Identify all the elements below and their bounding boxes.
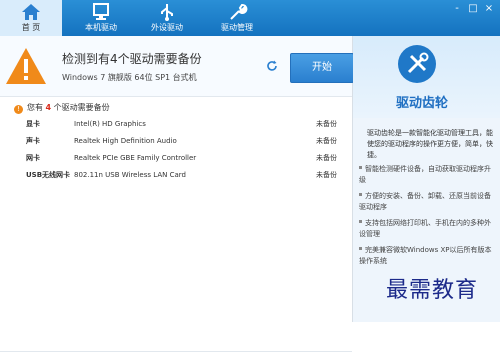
- status-banner: 检测到有4个驱动需要备份 Windows 7 旗舰版 64位 SP1 台式机 开…: [0, 36, 354, 97]
- driver-row[interactable]: 显卡 Intel(R) HD Graphics 未备份: [0, 116, 352, 133]
- summary-suffix: 个驱动需要备份: [51, 103, 110, 112]
- driver-name: Intel(R) HD Graphics: [74, 120, 146, 128]
- info-icon: !: [14, 105, 23, 114]
- maximize-button[interactable]: □: [468, 4, 478, 14]
- wrench-icon: [230, 4, 248, 20]
- feature-item: 方便的安装、备份、卸载、还原当前设备驱动程序: [359, 191, 495, 213]
- driver-status: 未备份: [316, 171, 337, 179]
- summary-line: ! 您有 4 个驱动需要备份: [14, 102, 110, 114]
- brand-hero: 驱动齿轮: [353, 36, 500, 118]
- warning-icon: [6, 48, 46, 84]
- tab-peripheral-drivers-label: 外设驱动: [151, 23, 183, 32]
- close-button[interactable]: ×: [484, 4, 494, 14]
- driver-row[interactable]: 网卡 Realtek PCIe GBE Family Controller 未备…: [0, 150, 352, 167]
- brand-name: 驱动齿轮: [396, 96, 449, 111]
- banner-title: 检测到有4个驱动需要备份: [62, 52, 202, 66]
- feature-text: 完美兼容微软Windows XP以后所有版本操作系统: [359, 246, 492, 265]
- driver-name: 802.11n USB Wireless LAN Card: [74, 171, 186, 179]
- product-description: 驱动齿轮是一款智能化驱动管理工具，能使您的驱动程序的操作更方便，简单，快捷。: [367, 129, 493, 159]
- feature-text: 智能检测硬件设备，自动获取驱动程序升级: [359, 165, 491, 184]
- driver-type: 显卡: [26, 120, 40, 128]
- start-button[interactable]: 开始: [290, 53, 354, 83]
- tab-local-drivers-label: 本机驱动: [85, 23, 117, 32]
- driver-name: Realtek High Definition Audio: [74, 137, 177, 145]
- feature-item: 完美兼容微软Windows XP以后所有版本操作系统: [359, 245, 495, 267]
- driver-status: 未备份: [316, 137, 337, 145]
- summary-prefix: 您有: [27, 103, 46, 112]
- feature-text: 方便的安装、备份、卸载、还原当前设备驱动程序: [359, 192, 491, 211]
- window-controls: - □ ×: [452, 4, 494, 14]
- usb-icon: [161, 4, 173, 21]
- top-nav-bar: 首 页 本机驱动 外设驱动 驱动管理 - □ ×: [0, 0, 500, 36]
- feature-text: 支持包括网络打印机、手机在内的多种外设管理: [359, 219, 491, 238]
- driver-status: 未备份: [316, 120, 337, 128]
- feature-item: 智能检测硬件设备，自动获取驱动程序升级: [359, 164, 495, 186]
- driver-row[interactable]: 声卡 Realtek High Definition Audio 未备份: [0, 133, 352, 150]
- driver-status: 未备份: [316, 154, 337, 162]
- computer-icon: [93, 3, 109, 20]
- footer-divider: [0, 351, 352, 359]
- driver-type: 网卡: [26, 154, 40, 162]
- driver-type: 声卡: [26, 137, 40, 145]
- tab-peripheral-drivers[interactable]: 外设驱动: [136, 0, 198, 36]
- system-info: Windows 7 旗舰版 64位 SP1 台式机: [62, 73, 197, 82]
- gear-tools-logo-icon: [398, 45, 436, 83]
- tab-local-drivers[interactable]: 本机驱动: [72, 0, 130, 36]
- driver-name: Realtek PCIe GBE Family Controller: [74, 154, 197, 162]
- driver-row[interactable]: USB无线网卡 802.11n USB Wireless LAN Card 未备…: [0, 167, 352, 184]
- minimize-button[interactable]: -: [452, 4, 462, 14]
- feature-item: 支持包括网络打印机、手机在内的多种外设管理: [359, 218, 495, 240]
- main-panel: 检测到有4个驱动需要备份 Windows 7 旗舰版 64位 SP1 台式机 开…: [0, 36, 354, 352]
- tab-home-label: 首 页: [21, 23, 41, 32]
- refresh-icon[interactable]: [266, 60, 278, 72]
- home-icon: [22, 4, 40, 20]
- tab-driver-management[interactable]: 驱动管理: [206, 0, 268, 36]
- watermark-text: 最需教育: [386, 278, 479, 303]
- tab-home[interactable]: 首 页: [0, 0, 62, 36]
- driver-type: USB无线网卡: [26, 171, 71, 179]
- tab-driver-management-label: 驱动管理: [221, 23, 253, 32]
